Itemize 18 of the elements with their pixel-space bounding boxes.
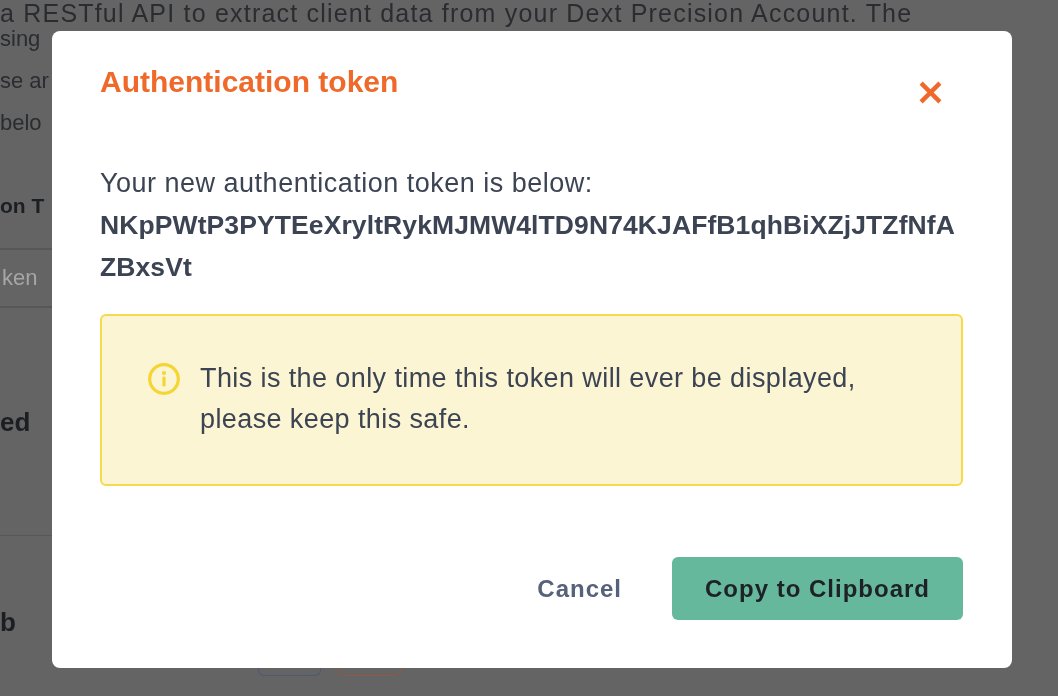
button-edge: [258, 668, 321, 676]
paragraph-line: a RESTful API to extract client data from your Dext Precision Account. The: [0, 0, 913, 26]
row-label: b: [0, 608, 16, 636]
row-label: ed: [0, 408, 31, 436]
close-icon: [918, 80, 943, 105]
copy-button[interactable]: Copy to Clipboard: [672, 557, 963, 620]
paragraph-line: belo: [0, 110, 42, 136]
token-text: NKpPWtP3PYTEeXryltRykMJMW4lTD9N74KJAFfB1qhBiXZjJTZfNfAZBxsVt: [100, 209, 956, 284]
paragraph-line: sing: [0, 26, 41, 52]
section-heading: on T: [0, 193, 45, 219]
dialog-title: Authentication token: [100, 64, 399, 100]
info-icon: [148, 363, 180, 395]
intro-text: Your new authentication token is below:: [100, 167, 594, 200]
button-edge: [338, 668, 401, 676]
cancel-button[interactable]: Cancel: [521, 557, 638, 620]
paragraph-line: se ar: [0, 68, 49, 94]
notice-text: This is the only time this token will ever be displayed, please keep this safe.: [200, 362, 857, 436]
close-button[interactable]: [918, 80, 943, 105]
